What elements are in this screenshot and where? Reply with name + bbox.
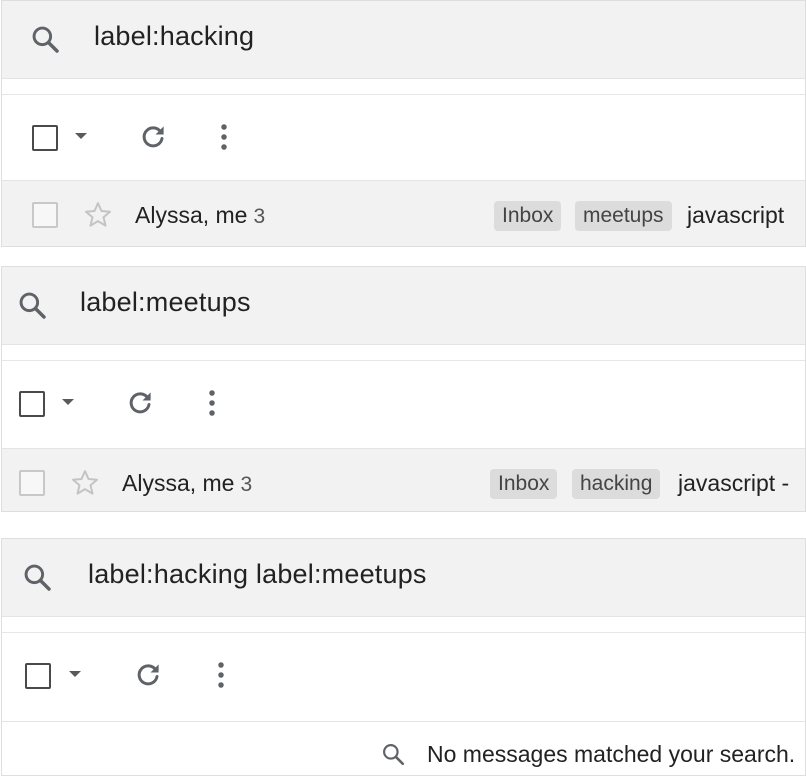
search-icon (383, 744, 405, 766)
row-checkbox[interactable] (32, 202, 58, 228)
search-query[interactable]: label:meetups (80, 287, 251, 318)
refresh-icon[interactable] (133, 660, 163, 690)
search-bar[interactable]: label:meetups (2, 267, 805, 345)
thread-subject: javascript - (678, 470, 790, 496)
select-dropdown-icon[interactable] (62, 399, 74, 405)
select-checkbox[interactable] (19, 391, 45, 417)
message-count: 3 (240, 473, 253, 496)
more-options-icon[interactable] (216, 660, 226, 690)
message-count: 3 (253, 205, 266, 228)
row-checkbox[interactable] (19, 470, 45, 496)
thread-row[interactable]: Alyssa, me 3 Inbox hacking javascript - (2, 448, 805, 511)
divider (2, 617, 805, 633)
search-query[interactable]: label:hacking (94, 21, 254, 52)
label-chip-meetups[interactable]: meetups (575, 201, 672, 231)
star-icon[interactable] (83, 200, 113, 230)
search-query[interactable]: label:hacking label:meetups (88, 559, 427, 590)
label-chip-inbox[interactable]: Inbox (490, 469, 558, 499)
select-dropdown-icon[interactable] (75, 133, 87, 139)
search-icon[interactable] (16, 289, 48, 321)
thread-sender: Alyssa, me 3 (122, 470, 252, 497)
thread-sender: Alyssa, me 3 (135, 202, 265, 229)
search-bar[interactable]: label:hacking label:meetups (2, 539, 805, 617)
star-icon[interactable] (70, 468, 100, 498)
label-chip-inbox[interactable]: Inbox (494, 201, 562, 231)
label-chip-hacking[interactable]: hacking (572, 469, 661, 499)
refresh-icon[interactable] (138, 122, 168, 152)
search-icon[interactable] (29, 23, 61, 55)
sender-names: Alyssa, me (122, 470, 235, 496)
select-checkbox[interactable] (32, 125, 58, 151)
search-panel-3: label:hacking label:meetups No messages … (1, 538, 806, 776)
sender-names: Alyssa, me (135, 202, 248, 228)
toolbar (2, 633, 805, 718)
select-checkbox[interactable] (25, 663, 51, 689)
thread-row[interactable]: Alyssa, me 3 Inbox meetups javascript (2, 180, 805, 246)
search-icon[interactable] (21, 561, 53, 593)
more-options-icon[interactable] (207, 388, 217, 418)
search-bar[interactable]: label:hacking (2, 1, 805, 79)
divider (2, 79, 805, 95)
search-panel-2: label:meetups Alyssa, me 3 Inbox hacking … (1, 266, 806, 512)
search-panel-1: label:hacking Alyssa, me 3 Inbox meetups … (1, 0, 806, 247)
toolbar (2, 95, 805, 180)
toolbar (2, 361, 805, 446)
select-dropdown-icon[interactable] (69, 671, 81, 677)
empty-results: No messages matched your search. (2, 721, 805, 775)
refresh-icon[interactable] (125, 388, 155, 418)
thread-subject: javascript (687, 202, 785, 228)
no-results-message: No messages matched your search. (427, 741, 796, 767)
divider (2, 345, 805, 361)
more-options-icon[interactable] (219, 122, 229, 152)
